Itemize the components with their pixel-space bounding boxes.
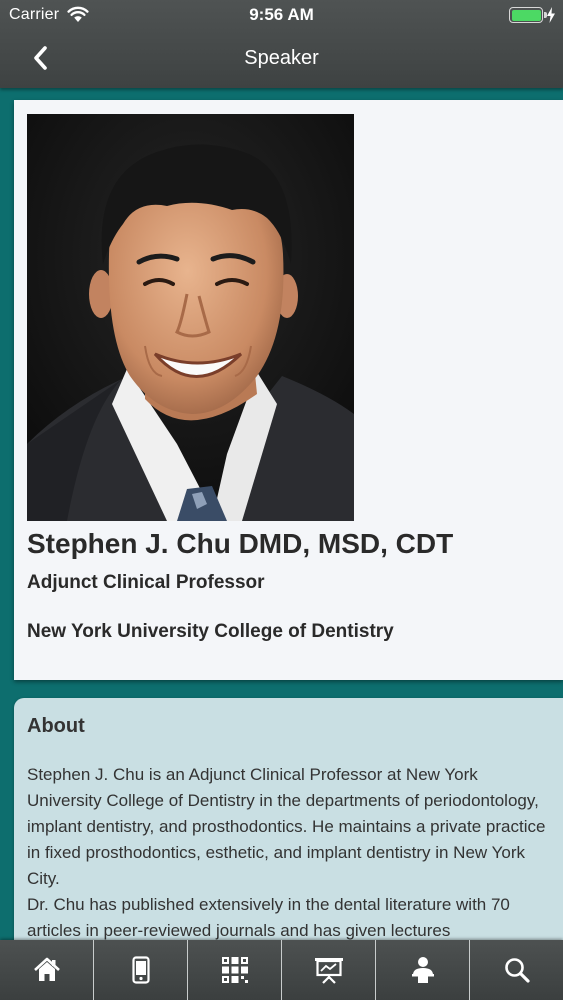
speaker-profile-card: Stephen J. Chu DMD, MSD, CDT Adjunct Cli… — [14, 100, 563, 680]
speaker-title: Adjunct Clinical Professor — [27, 572, 265, 593]
tab-search[interactable] — [470, 940, 563, 1000]
navigation-bar: Speaker — [0, 30, 563, 88]
about-section[interactable]: About Stephen J. Chu is an Adjunct Clini… — [14, 698, 563, 958]
about-paragraph: Stephen J. Chu is an Adjunct Clinical Pr… — [27, 765, 546, 888]
bottom-tab-bar — [0, 940, 563, 1000]
about-text: Stephen J. Chu is an Adjunct Clinical Pr… — [27, 762, 557, 944]
about-heading: About — [27, 715, 85, 737]
battery-level — [511, 9, 541, 21]
speaker-photo — [27, 114, 354, 521]
qr-code-icon — [221, 957, 248, 983]
tab-phone[interactable] — [94, 940, 188, 1000]
tab-presentations[interactable] — [282, 940, 376, 1000]
status-bar: Carrier 9:56 AM — [0, 0, 563, 30]
tab-speakers[interactable] — [376, 940, 470, 1000]
battery-icon — [509, 7, 547, 23]
search-icon — [504, 958, 530, 983]
about-paragraph: Dr. Chu has published extensively in the… — [27, 895, 510, 940]
presentation-board-icon — [314, 958, 343, 984]
page-title: Speaker — [244, 47, 319, 69]
speaker-name: Stephen J. Chu DMD, MSD, CDT — [27, 528, 454, 559]
top-bar: Carrier 9:56 AM Speaker — [0, 0, 563, 88]
home-icon — [33, 957, 60, 981]
phone-icon — [131, 956, 150, 984]
clock: 9:56 AM — [249, 5, 314, 24]
speaker-organization: New York University College of Dentistry — [27, 621, 394, 642]
charging-bolt-icon — [547, 7, 555, 23]
speaker-portrait-image — [27, 114, 354, 521]
speaker-person-icon — [411, 957, 434, 983]
tab-home[interactable] — [0, 940, 94, 1000]
tab-qr-code[interactable] — [188, 940, 282, 1000]
